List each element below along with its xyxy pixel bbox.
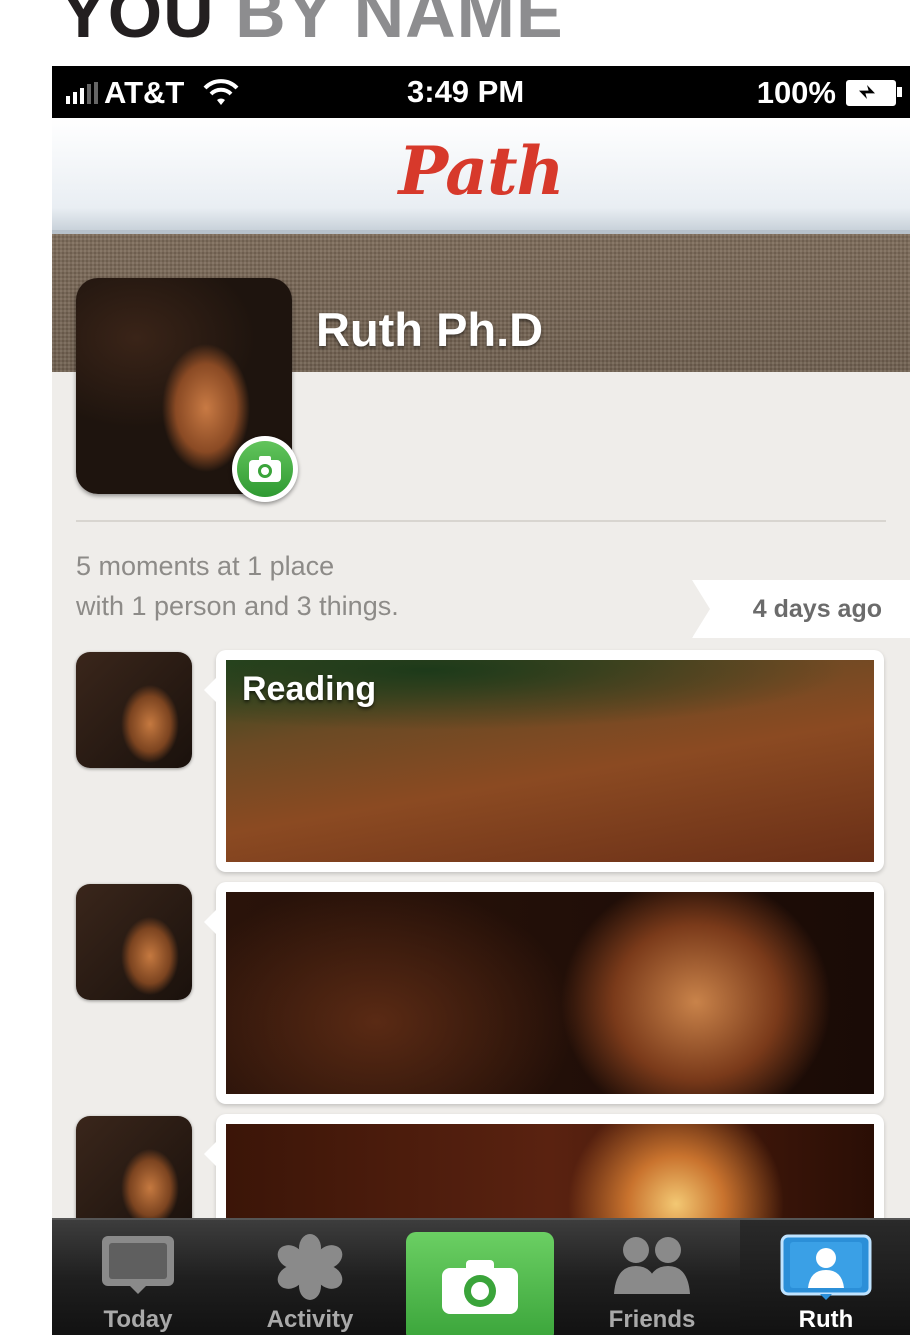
path-logo: Path <box>398 132 564 210</box>
summary-line-2: with 1 person and 3 things. <box>76 591 399 621</box>
status-bar: AT&T 3:49 PM 100% <box>52 66 910 118</box>
moments-summary: 5 moments at 1 place with 1 person and 3… <box>76 546 399 626</box>
tab-label: Activity <box>266 1306 354 1333</box>
profile-name: Ruth Ph.D <box>316 303 544 356</box>
tab-friends[interactable]: Friends <box>566 1220 738 1335</box>
tab-ruth[interactable]: Ruth <box>740 1220 910 1335</box>
battery-icon <box>846 80 902 106</box>
tab-activity[interactable]: Activity <box>224 1220 396 1335</box>
tab-today[interactable]: Today <box>52 1220 224 1335</box>
tv-icon <box>102 1236 174 1294</box>
page-headline: YOU BY NAME <box>60 0 564 48</box>
moment-card[interactable]: Reading <box>204 650 884 872</box>
moment-card[interactable] <box>204 882 884 1104</box>
tab-label: Ruth <box>798 1306 854 1333</box>
moment-avatar[interactable] <box>76 884 192 1000</box>
asterisk-icon <box>277 1234 343 1300</box>
moment-photo: Reading <box>226 660 874 862</box>
tab-bar: Today Activity Friends Ruth <box>52 1218 910 1335</box>
camera-icon <box>442 1260 518 1314</box>
profile-icon <box>780 1234 872 1300</box>
signal-icon <box>66 82 98 104</box>
people-icon <box>614 1237 690 1294</box>
phone-screen: AT&T 3:49 PM 100% Path Ruth Ph.D 5 momen… <box>52 66 910 1335</box>
clock: 3:49 PM <box>407 74 525 109</box>
wifi-icon <box>203 79 239 105</box>
moment-avatar[interactable] <box>76 1116 192 1232</box>
camera-badge-button[interactable] <box>232 436 298 502</box>
moment-avatar[interactable] <box>76 652 192 768</box>
moment-title: Reading <box>242 670 377 708</box>
tab-label: Today <box>103 1306 173 1333</box>
divider <box>76 520 886 522</box>
headline-dark: YOU <box>60 0 215 52</box>
tab-label: Friends <box>608 1306 696 1333</box>
headline-grey: BY NAME <box>214 0 564 52</box>
moment-photo <box>226 892 874 1094</box>
carrier-label: AT&T <box>104 75 185 110</box>
battery-percent: 100% <box>756 75 836 110</box>
nav-bar: Path <box>52 118 910 234</box>
time-ago-tag: 4 days ago <box>692 580 910 638</box>
camera-tab-button[interactable] <box>406 1232 554 1335</box>
camera-icon <box>249 456 281 482</box>
summary-line-1: 5 moments at 1 place <box>76 551 335 581</box>
